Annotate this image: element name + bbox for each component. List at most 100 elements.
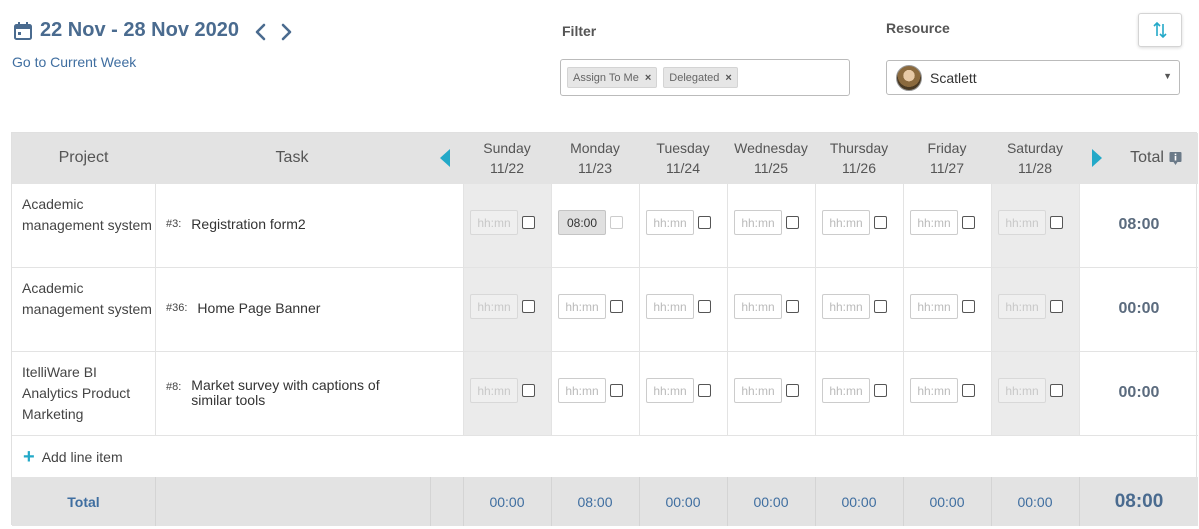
info-icon[interactable]: [1169, 151, 1182, 166]
entry-checkbox[interactable]: [698, 384, 711, 397]
divider: [430, 477, 431, 526]
column-day-monday: Monday 11/23: [551, 133, 639, 183]
time-input[interactable]: 08:00: [558, 210, 606, 235]
day-name: Friday: [927, 140, 967, 156]
scroll-right-icon[interactable]: [1091, 148, 1103, 168]
time-cell: hh:mn: [815, 210, 903, 235]
time-input[interactable]: hh:mn: [470, 210, 518, 235]
chevron-left-icon[interactable]: [253, 22, 269, 42]
row-total: 08:00: [1118, 216, 1160, 233]
entry-checkbox[interactable]: [962, 384, 975, 397]
entry-checkbox[interactable]: [610, 384, 623, 397]
time-input[interactable]: hh:mn: [998, 294, 1046, 319]
filter-chip: Assign To Me ×: [567, 67, 658, 88]
entry-checkbox[interactable]: [610, 300, 623, 313]
day-total: 08:00: [577, 493, 613, 510]
time-cell: hh:mn: [903, 378, 991, 403]
entry-checkbox[interactable]: [786, 216, 799, 229]
task-name[interactable]: Registration form2: [191, 217, 305, 232]
sort-button[interactable]: [1138, 13, 1182, 47]
entry-checkbox[interactable]: [1050, 216, 1063, 229]
chip-remove-icon[interactable]: ×: [725, 72, 731, 84]
entry-checkbox[interactable]: [1050, 300, 1063, 313]
scroll-left-icon[interactable]: [439, 148, 451, 168]
time-input[interactable]: hh:mn: [822, 210, 870, 235]
time-cell: hh:mn: [991, 294, 1079, 319]
week-range-title: 22 Nov - 28 Nov 2020: [40, 19, 239, 41]
time-cell: hh:mn: [639, 378, 727, 403]
time-cell: 08:00: [551, 210, 639, 235]
time-input[interactable]: hh:mn: [910, 378, 958, 403]
entry-checkbox[interactable]: [522, 384, 535, 397]
add-line-item-button[interactable]: + Add line item: [12, 435, 1198, 477]
caret-down-icon: ▼: [1163, 71, 1172, 81]
row-task: #3: Registration form2: [166, 217, 456, 232]
calendar-icon: [14, 22, 32, 40]
time-cell: hh:mn: [551, 378, 639, 403]
totals-footer: Total 00:00 08:00 00:00 00:00 00:00 00:0…: [12, 477, 1198, 526]
day-name: Thursday: [829, 140, 889, 156]
time-cell: hh:mn: [727, 378, 815, 403]
row-total: 00:00: [1118, 384, 1160, 401]
time-input[interactable]: hh:mn: [822, 378, 870, 403]
time-input[interactable]: hh:mn: [822, 294, 870, 319]
entry-checkbox[interactable]: [786, 384, 799, 397]
day-total: 00:00: [841, 493, 877, 510]
day-total: 00:00: [929, 493, 965, 510]
filter-input[interactable]: Assign To Me × Delegated ×: [560, 59, 850, 96]
time-input[interactable]: hh:mn: [998, 378, 1046, 403]
resource-label: Resource: [886, 20, 950, 36]
day-name: Saturday: [1006, 140, 1064, 156]
time-input[interactable]: hh:mn: [470, 378, 518, 403]
entry-checkbox[interactable]: [874, 216, 887, 229]
time-input[interactable]: hh:mn: [998, 210, 1046, 235]
time-cell: hh:mn: [991, 210, 1079, 235]
time-input[interactable]: hh:mn: [470, 294, 518, 319]
time-input[interactable]: hh:mn: [558, 294, 606, 319]
go-to-current-week-link[interactable]: Go to Current Week: [12, 54, 136, 70]
time-input[interactable]: hh:mn: [734, 378, 782, 403]
column-day-tuesday: Tuesday 11/24: [639, 133, 727, 183]
time-input[interactable]: hh:mn: [646, 210, 694, 235]
time-cell: hh:mn: [903, 294, 991, 319]
entry-checkbox[interactable]: [874, 300, 887, 313]
entry-checkbox[interactable]: [962, 216, 975, 229]
time-input[interactable]: hh:mn: [558, 378, 606, 403]
resource-select[interactable]: Scatlett ▼: [886, 60, 1180, 95]
time-cell: hh:mn: [727, 210, 815, 235]
time-input[interactable]: hh:mn: [646, 294, 694, 319]
column-total: Total: [1116, 133, 1196, 183]
entry-checkbox[interactable]: [698, 300, 711, 313]
task-name[interactable]: Market survey with captions of similar t…: [191, 378, 401, 408]
filter-chip-label: Assign To Me: [573, 71, 639, 84]
time-input[interactable]: hh:mn: [734, 294, 782, 319]
time-cell: hh:mn: [727, 294, 815, 319]
entry-checkbox[interactable]: [1050, 384, 1063, 397]
time-cell: hh:mn: [463, 378, 551, 403]
day-date: 11/22: [490, 160, 524, 176]
time-cell: hh:mn: [991, 378, 1079, 403]
time-input[interactable]: hh:mn: [734, 210, 782, 235]
avatar: [896, 64, 922, 91]
task-name[interactable]: Home Page Banner: [197, 301, 320, 316]
task-number: #3:: [166, 218, 182, 230]
entry-checkbox[interactable]: [874, 384, 887, 397]
chip-remove-icon[interactable]: ×: [645, 72, 651, 84]
day-total: 00:00: [1017, 493, 1053, 510]
entry-checkbox[interactable]: [610, 216, 623, 229]
entry-checkbox[interactable]: [522, 216, 535, 229]
column-day-thursday: Thursday 11/26: [815, 133, 903, 183]
filter-chip: Delegated ×: [663, 67, 738, 88]
chevron-right-icon[interactable]: [278, 22, 294, 42]
divider: [155, 477, 156, 526]
column-day-saturday: Saturday 11/28: [991, 133, 1079, 183]
entry-checkbox[interactable]: [962, 300, 975, 313]
entry-checkbox[interactable]: [786, 300, 799, 313]
entry-checkbox[interactable]: [522, 300, 535, 313]
time-input[interactable]: hh:mn: [646, 378, 694, 403]
time-input[interactable]: hh:mn: [910, 294, 958, 319]
entry-checkbox[interactable]: [698, 216, 711, 229]
resource-name: Scatlett: [930, 69, 977, 86]
time-input[interactable]: hh:mn: [910, 210, 958, 235]
table-row: Academic management system #36: Home Pag…: [12, 267, 1198, 351]
